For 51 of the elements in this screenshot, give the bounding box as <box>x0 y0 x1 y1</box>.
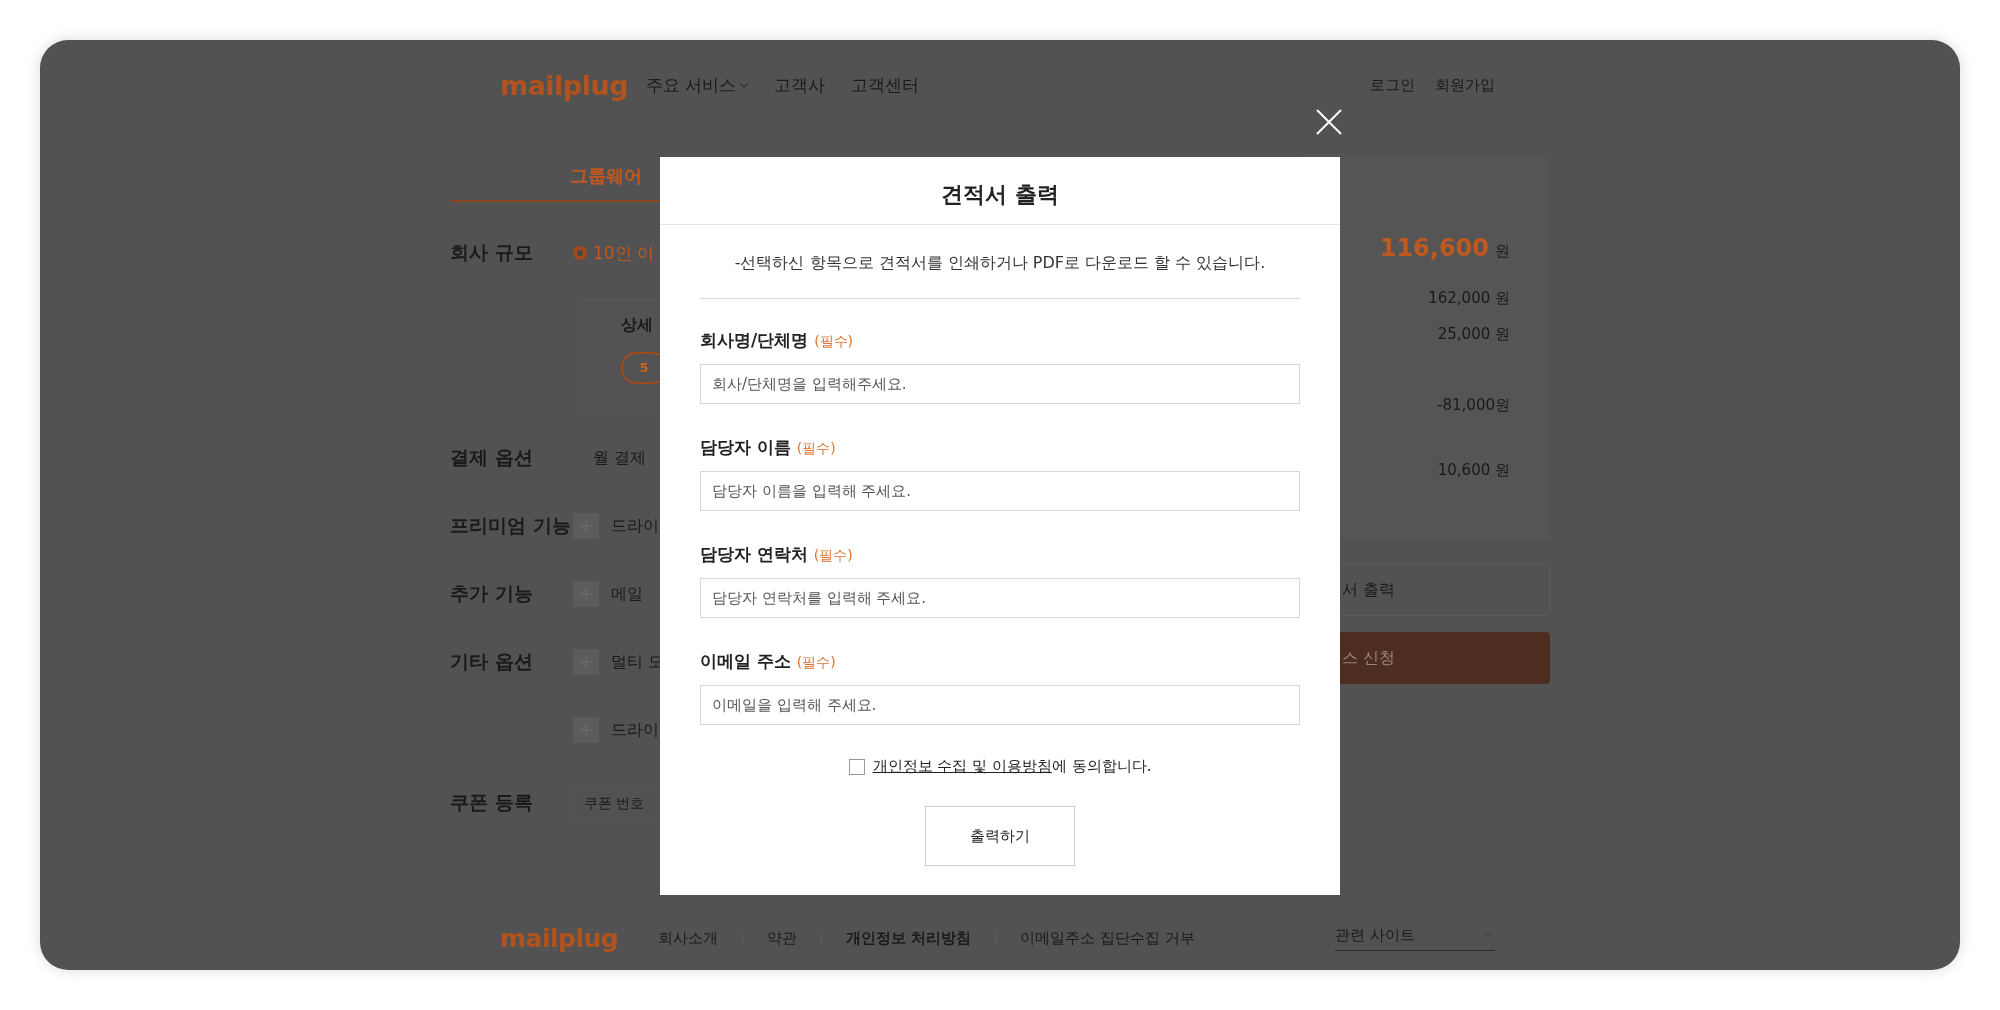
price-line: 25,000 원 <box>1437 325 1510 344</box>
tab[interactable]: 그룹웨어 <box>450 154 642 200</box>
print-button[interactable]: 출력하기 <box>925 806 1075 866</box>
footer-link[interactable]: 약관 <box>767 928 798 948</box>
row-label: 쿠폰 등록 <box>450 790 534 815</box>
field-label: 담당자 연락처 (필수) <box>700 543 854 566</box>
total-price: 116,600 <box>1379 234 1489 262</box>
field-label: 회사명/단체명 (필수) <box>700 329 855 352</box>
logo[interactable]: mailplug <box>500 923 619 953</box>
row-label: 기타 옵션 <box>450 649 534 674</box>
row-label: 회사 규모 <box>450 240 534 265</box>
input-field[interactable]: 담당자 연락처를 입력해 주세요. <box>700 578 1300 618</box>
close-icon[interactable] <box>1316 109 1342 135</box>
privacy-policy-link[interactable]: 개인정보 수집 및 이용방침 <box>872 757 1052 775</box>
field-label: 담당자 이름 (필수) <box>700 436 837 459</box>
input-field[interactable]: 이메일을 입력해 주세요. <box>700 685 1300 725</box>
option-text: 드라이 <box>611 515 659 537</box>
footer-link[interactable]: 개인정보 처리방침 <box>846 928 972 948</box>
price-line: 10,600 원 <box>1437 461 1510 480</box>
account-link[interactable]: 회원가입 <box>1435 75 1495 95</box>
row-label: 결제 옵션 <box>450 445 534 470</box>
option-text: 드라이 <box>611 719 659 741</box>
footer-link[interactable]: 이메일주소 집단수집 거부 <box>1020 928 1195 948</box>
price-line: -81,000원 <box>1437 396 1510 415</box>
row-label: 추가 기능 <box>450 581 534 606</box>
related-sites-dropdown[interactable]: 관련 사이트 <box>1335 925 1495 951</box>
nav-link[interactable]: 주요 서비스 <box>646 73 749 97</box>
input-field[interactable]: 담당자 이름을 입력해 주세요. <box>700 471 1300 511</box>
option-text: 메일 <box>611 583 643 605</box>
option-text: 멀티 도 <box>611 651 665 673</box>
account-link[interactable]: 로그인 <box>1370 75 1415 95</box>
apply-button[interactable]: 스 신청 <box>1340 632 1550 684</box>
agreement-text: 개인정보 수집 및 이용방침에 동의합니다. <box>872 757 1152 776</box>
radio-button[interactable] <box>573 246 587 260</box>
footer-link[interactable]: 회사소개 <box>658 928 719 948</box>
nav-link[interactable]: 고객센터 <box>851 73 920 97</box>
price-line: 162,000 원 <box>1428 289 1510 308</box>
logo[interactable]: mailplug <box>500 69 628 101</box>
field-label: 이메일 주소 (필수) <box>700 650 837 673</box>
nav-link[interactable]: 고객사 <box>774 73 826 97</box>
currency-unit: 원 <box>1495 242 1510 261</box>
radio-label: 10인 이 <box>593 241 655 265</box>
checkbox[interactable] <box>848 758 865 775</box>
chevron-up-icon <box>1483 932 1493 938</box>
description-text: -선택하신 항목으로 견적서를 인쇄하거나 PDF로 다운로드 할 수 있습니다. <box>700 253 1300 299</box>
row-label: 프리미엄 기능 <box>450 513 572 538</box>
option-text: 월 결제 <box>593 447 647 469</box>
modal-title: 견적서 출력 <box>660 157 1340 225</box>
detail-title: 상세 <box>621 315 654 336</box>
print-button[interactable]: 서 출력 <box>1340 564 1550 616</box>
input-field[interactable]: 회사/단체명을 입력해주세요. <box>700 364 1300 404</box>
